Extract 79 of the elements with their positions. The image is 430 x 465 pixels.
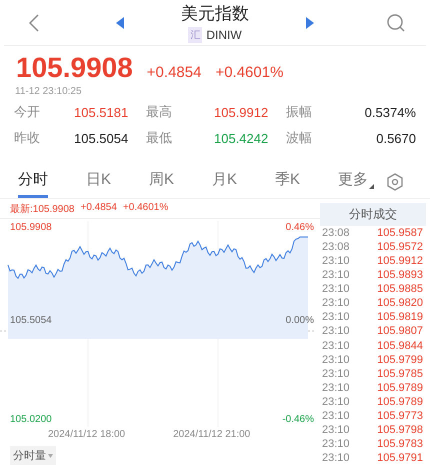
- axis-label: 0.46%: [286, 222, 314, 233]
- trade-price: 105.9789: [377, 396, 423, 408]
- next-icon[interactable]: [306, 16, 314, 28]
- market-badge: 汇: [188, 27, 202, 43]
- chart-tab[interactable]: 月K: [212, 166, 238, 198]
- trade-time: 23:10: [322, 340, 350, 352]
- stat-value: 105.4242: [214, 130, 270, 146]
- stat-value: 105.9912: [214, 104, 270, 120]
- caret-icon: [369, 184, 374, 188]
- stat-value: 0.5670: [375, 130, 416, 146]
- chart-tab[interactable]: 周K: [149, 166, 174, 198]
- trade-time: 23:10: [322, 354, 350, 366]
- trade-price: 105.9820: [377, 297, 423, 310]
- axis-label: -0.46%: [282, 414, 314, 425]
- trade-time: 23:08: [322, 227, 350, 240]
- trade-time: 23:10: [322, 269, 350, 282]
- stat-value: 105.5181: [74, 104, 130, 120]
- trade-price: 105.9912: [377, 255, 423, 268]
- axis-label: 0.00%: [286, 315, 314, 326]
- stat-label: 最高: [146, 103, 173, 121]
- trade-time: 23:10: [322, 438, 350, 450]
- trade-time: 23:10: [322, 311, 350, 324]
- trade-time: 23:10: [322, 283, 350, 296]
- chart-tab[interactable]: 日K: [86, 166, 112, 198]
- trade-price: 105.9783: [377, 438, 423, 450]
- settings-icon[interactable]: [386, 172, 404, 190]
- stat-label: 波幅: [286, 129, 313, 147]
- axis-label: 105.9908: [10, 222, 52, 233]
- quote-time: 11-12 23:10:25: [14, 85, 83, 99]
- stat-label: 今开: [14, 103, 41, 121]
- trade-price: 105.9773: [377, 410, 423, 422]
- trade-price: 105.9893: [377, 269, 423, 282]
- caret-icon: [48, 454, 53, 458]
- latest-percent: +0.4601%: [122, 202, 168, 215]
- price-change: +0.4854: [146, 64, 202, 81]
- stat-label: 昨收: [14, 129, 41, 147]
- previous-icon[interactable]: [116, 16, 124, 28]
- trade-time: 23:10: [322, 452, 350, 464]
- volume-dropdown[interactable]: 分时量: [10, 446, 56, 465]
- search-icon[interactable]: [387, 14, 405, 32]
- trade-price: 105.9587: [377, 227, 423, 240]
- trade-time: 23:10: [322, 410, 350, 422]
- latest-price: 最新:105.9908: [10, 202, 74, 216]
- stat-label: 振幅: [286, 103, 313, 121]
- time-label: 2024/11/12 18:00: [48, 429, 126, 440]
- trade-price: 105.9785: [377, 368, 423, 380]
- percent-change: +0.4601%: [215, 64, 284, 81]
- trade-price: 105.9844: [377, 340, 423, 352]
- axis-label: 105.5054: [10, 315, 52, 326]
- current-price: 105.9908: [16, 52, 133, 84]
- trade-price: 105.9789: [377, 382, 423, 394]
- back-icon[interactable]: [29, 14, 39, 32]
- trade-time: 23:10: [322, 396, 350, 408]
- trade-time: 23:10: [322, 255, 350, 268]
- chart-tab[interactable]: 更多: [338, 166, 374, 198]
- chart-tab[interactable]: 季K: [275, 166, 300, 198]
- symbol-code: DINIW: [206, 28, 242, 42]
- trade-price: 105.9798: [377, 424, 423, 436]
- trade-price: 105.9799: [377, 354, 423, 366]
- trade-time: 23:08: [322, 241, 350, 254]
- trade-price: 105.9791: [377, 452, 423, 464]
- trades-header: 分时成交: [320, 203, 426, 226]
- chart-tab[interactable]: 分时: [18, 166, 48, 198]
- stat-value: 105.5054: [74, 130, 130, 146]
- stat-value: 0.5374%: [364, 104, 416, 120]
- stat-label: 最低: [146, 129, 173, 147]
- trade-time: 23:10: [322, 325, 350, 338]
- trade-price: 105.9885: [377, 283, 423, 296]
- time-label: 2024/11/12 21:00: [173, 429, 250, 440]
- trade-time: 23:10: [322, 424, 350, 436]
- trade-time: 23:10: [322, 297, 350, 310]
- trade-price: 105.9572: [377, 241, 423, 254]
- trade-time: 23:10: [322, 382, 350, 394]
- window-title: 美元指数: [181, 3, 249, 25]
- trade-time: 23:10: [322, 368, 350, 380]
- axis-label: 105.0200: [10, 414, 52, 425]
- trade-price: 105.9807: [377, 325, 423, 338]
- latest-change: +0.4854: [80, 202, 117, 215]
- trade-price: 105.9819: [377, 311, 423, 324]
